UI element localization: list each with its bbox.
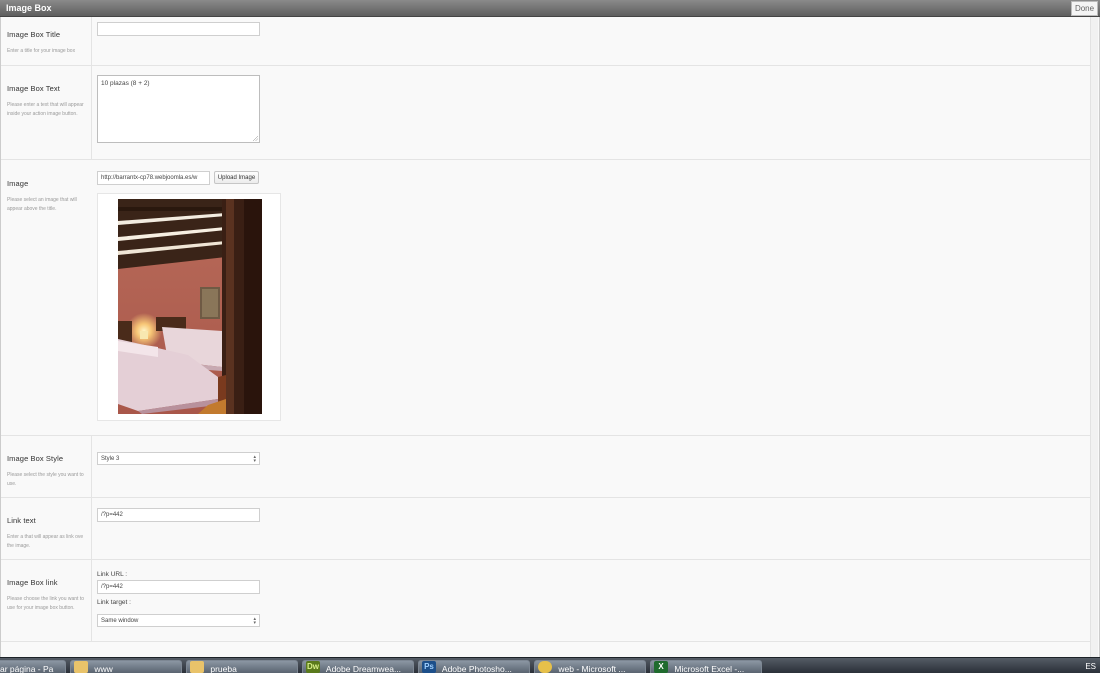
select-arrows-icon: ▴ ▾ xyxy=(253,454,256,464)
vertical-scrollbar[interactable] xyxy=(1090,17,1098,657)
outlook-icon xyxy=(538,661,552,673)
row-image-box-link: Image Box link Please choose the link yo… xyxy=(1,560,1092,642)
resize-handle-icon[interactable] xyxy=(253,136,258,141)
image-box-title-description: Enter a title for your image box xyxy=(7,48,76,54)
modal-title-bar: Image Box Done xyxy=(0,0,1100,17)
image-box-link-label: Image Box link xyxy=(7,578,58,587)
taskbar-item-label: web - Microsoft ... xyxy=(558,664,626,673)
image-preview-frame xyxy=(97,193,281,421)
row-image-box-style: Image Box Style Please select the style … xyxy=(1,436,1092,498)
image-url-input[interactable]: http://barrantx-cp78.webjoomla.es/w xyxy=(97,171,210,185)
row-image-box-text: Image Box Text Please enter a text that … xyxy=(1,66,1092,160)
image-box-title-input[interactable] xyxy=(97,22,260,36)
done-button[interactable]: Done xyxy=(1071,1,1098,16)
link-target-value: Same window xyxy=(101,618,139,624)
select-arrows-icon: ▴ ▾ xyxy=(253,616,256,626)
bedroom-photo xyxy=(118,199,262,414)
taskbar-item-photoshop[interactable]: Ps Adobe Photosho... xyxy=(418,660,530,673)
image-box-text-label: Image Box Text xyxy=(7,84,60,93)
folder-icon xyxy=(190,661,204,673)
upload-image-button[interactable]: Upload Image xyxy=(214,171,259,184)
image-box-settings-panel: Image Box Title Enter a title for your i… xyxy=(0,17,1100,657)
modal-title: Image Box xyxy=(6,3,52,13)
image-box-style-select[interactable]: Style 3 ▴ ▾ xyxy=(97,452,260,465)
link-target-select[interactable]: Same window ▴ ▾ xyxy=(97,614,260,627)
image-box-style-value: Style 3 xyxy=(101,456,120,462)
windows-taskbar: ar página - Pa www prueba Dw Adobe Dream… xyxy=(0,657,1100,673)
taskbar-item-www[interactable]: www xyxy=(70,660,182,673)
taskbar-item-label: Microsoft Excel -... xyxy=(674,664,745,673)
taskbar-item-label: prueba xyxy=(210,664,237,673)
image-box-text-description: Please enter a text that will appear ins… xyxy=(7,102,84,117)
photoshop-icon: Ps xyxy=(422,661,436,673)
taskbar-item-excel[interactable]: X Microsoft Excel -... xyxy=(650,660,762,673)
image-description: Please select an image that will appear … xyxy=(7,197,77,212)
image-box-text-value: 10 plazas (8 + 2) xyxy=(101,80,150,87)
image-box-title-label: Image Box Title xyxy=(7,30,61,39)
taskbar-item-browser[interactable]: ar página - Pa xyxy=(0,660,66,673)
taskbar-item-label: Adobe Photosho... xyxy=(441,664,512,673)
excel-icon: X xyxy=(654,661,668,673)
link-text-description: Enter a that will appear as link ove the… xyxy=(7,534,84,549)
folder-icon xyxy=(74,661,88,673)
taskbar-item-label: Adobe Dreamwea... xyxy=(325,664,402,673)
taskbar-item-outlook[interactable]: web - Microsoft ... xyxy=(534,660,646,673)
link-text-label: Link text xyxy=(7,516,36,525)
link-target-label: Link target : xyxy=(97,599,131,606)
taskbar-item-dreamweaver[interactable]: Dw Adobe Dreamwea... xyxy=(302,660,414,673)
link-text-input[interactable]: /?p=442 xyxy=(97,508,260,522)
image-box-style-description: Please select the style you want to use. xyxy=(7,472,84,487)
dreamweaver-icon: Dw xyxy=(306,661,320,673)
row-link-text: Link text Enter a that will appear as li… xyxy=(1,498,1092,560)
taskbar-item-label: www xyxy=(94,664,113,673)
language-indicator[interactable]: ES xyxy=(1085,662,1096,671)
image-box-style-label: Image Box Style xyxy=(7,454,64,463)
taskbar-item-label: ar página - Pa xyxy=(0,664,54,673)
image-box-link-description: Please choose the link you want to use f… xyxy=(7,596,84,611)
link-url-label: Link URL : xyxy=(97,571,128,578)
image-label: Image xyxy=(7,179,29,188)
taskbar-item-prueba[interactable]: prueba xyxy=(186,660,298,673)
link-url-input[interactable]: /?p=442 xyxy=(97,580,260,594)
row-image-box-title: Image Box Title Enter a title for your i… xyxy=(1,17,1092,66)
image-box-text-textarea[interactable]: 10 plazas (8 + 2) xyxy=(97,75,260,143)
